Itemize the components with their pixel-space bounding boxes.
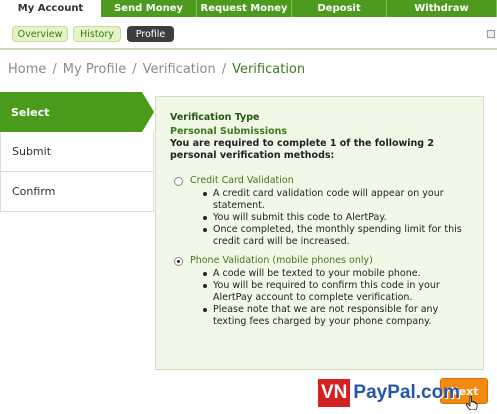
breadcrumb-separator: / bbox=[221, 62, 227, 77]
credit-card-radio[interactable] bbox=[174, 177, 183, 186]
breadcrumb-separator: / bbox=[52, 62, 57, 77]
watermark-vn: VN bbox=[318, 379, 351, 407]
phone-label[interactable]: Phone Validation (mobile phones only) bbox=[190, 255, 373, 266]
tab-send-money[interactable]: Send Money bbox=[101, 0, 197, 17]
hand-cursor-icon bbox=[466, 396, 478, 410]
watermark-logo: VN PayPal.com bbox=[318, 378, 468, 408]
list-item: A code will be texted to your mobile pho… bbox=[202, 268, 472, 280]
phone-details: A code will be texted to your mobile pho… bbox=[202, 268, 472, 328]
tab-withdraw[interactable]: Withdraw bbox=[387, 0, 497, 17]
breadcrumb-current: Verification bbox=[232, 62, 306, 77]
verification-type-title: Verification Type bbox=[170, 112, 260, 123]
tab-request-money[interactable]: Request Money bbox=[197, 0, 292, 17]
personal-submissions-label: Personal Submissions bbox=[170, 126, 288, 137]
credit-card-details: A credit card validation code will appea… bbox=[202, 188, 472, 248]
step-confirm: Confirm bbox=[0, 172, 154, 212]
phone-radio[interactable] bbox=[174, 257, 183, 266]
top-nav: My Account Send Money Request Money Depo… bbox=[0, 0, 497, 17]
list-item: Once completed, the monthly spending lim… bbox=[202, 224, 472, 248]
step-submit: Submit bbox=[0, 132, 154, 172]
list-item: You will be required to confirm this cod… bbox=[202, 280, 472, 304]
verification-description: You are required to complete 1 of the fo… bbox=[170, 138, 435, 161]
watermark-site: PayPal.com bbox=[353, 382, 461, 403]
breadcrumb-home[interactable]: Home bbox=[8, 62, 46, 77]
subnav-history[interactable]: History bbox=[73, 26, 121, 42]
breadcrumb-my-profile[interactable]: My Profile bbox=[63, 62, 126, 77]
minimize-box-icon[interactable] bbox=[487, 30, 495, 38]
list-item: A credit card validation code will appea… bbox=[202, 188, 472, 212]
steps-sidebar: Select Submit Confirm bbox=[0, 92, 154, 212]
breadcrumb: Home / My Profile / Verification / Verificatio… bbox=[8, 62, 305, 77]
breadcrumb-verification[interactable]: Verification bbox=[143, 62, 216, 77]
subnav-overview[interactable]: Overview bbox=[12, 26, 68, 42]
breadcrumb-separator: / bbox=[132, 62, 137, 77]
credit-card-label[interactable]: Credit Card Validation bbox=[190, 175, 294, 186]
subnav-profile[interactable]: Profile bbox=[127, 26, 174, 42]
tab-my-account[interactable]: My Account bbox=[0, 0, 101, 17]
verification-panel: Verification Type Personal Submissions Y… bbox=[155, 96, 484, 370]
list-item: Please note that we are not responsible … bbox=[202, 304, 472, 328]
tab-deposit[interactable]: Deposit bbox=[292, 0, 387, 17]
step-select: Select bbox=[0, 92, 154, 132]
sub-nav: Overview History Profile bbox=[0, 17, 497, 50]
list-item: You will submit this code to AlertPay. bbox=[202, 212, 472, 224]
